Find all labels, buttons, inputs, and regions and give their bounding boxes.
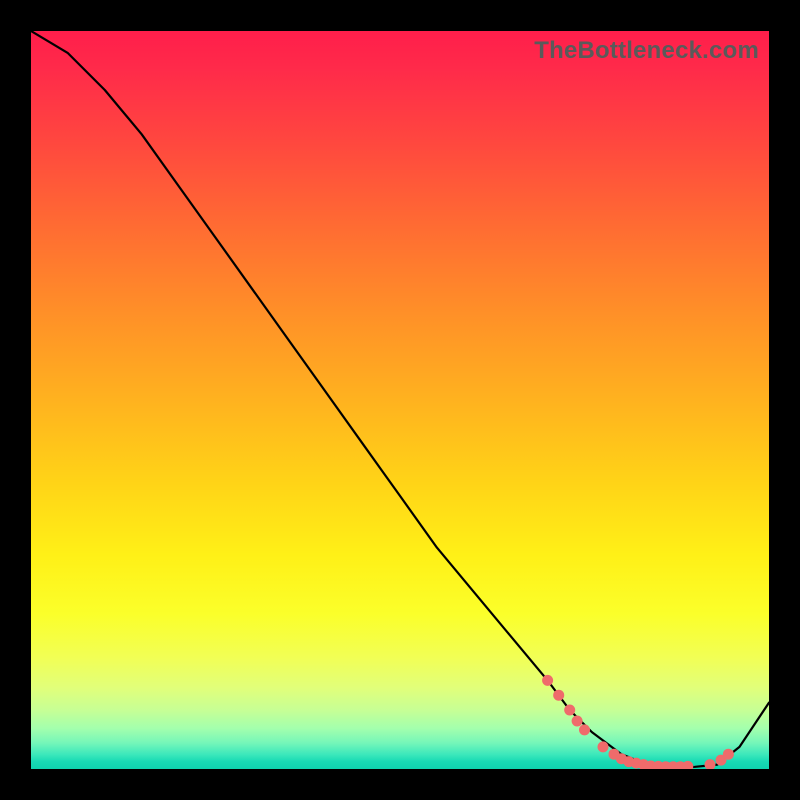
chart-plot-area: TheBottleneck.com [31,31,769,769]
data-point [609,749,620,760]
data-point [623,756,634,767]
data-point [638,759,649,769]
data-point [675,761,686,769]
data-point [645,761,656,770]
chart-frame: TheBottleneck.com [0,0,800,800]
data-point [653,761,664,769]
data-point [572,716,583,727]
data-point [716,755,727,766]
data-points-group [542,675,734,769]
data-point [705,759,716,769]
data-point [631,758,642,769]
data-point [564,705,575,716]
bottleneck-curve [31,31,769,768]
data-point [668,761,679,769]
data-point [723,749,734,760]
data-point [553,690,564,701]
data-point [598,741,609,752]
data-point [660,761,671,769]
data-point [542,675,553,686]
watermark-label: TheBottleneck.com [534,37,759,65]
data-point [616,753,627,764]
data-point [579,724,590,735]
data-point [682,761,693,769]
chart-overlay [31,31,769,769]
